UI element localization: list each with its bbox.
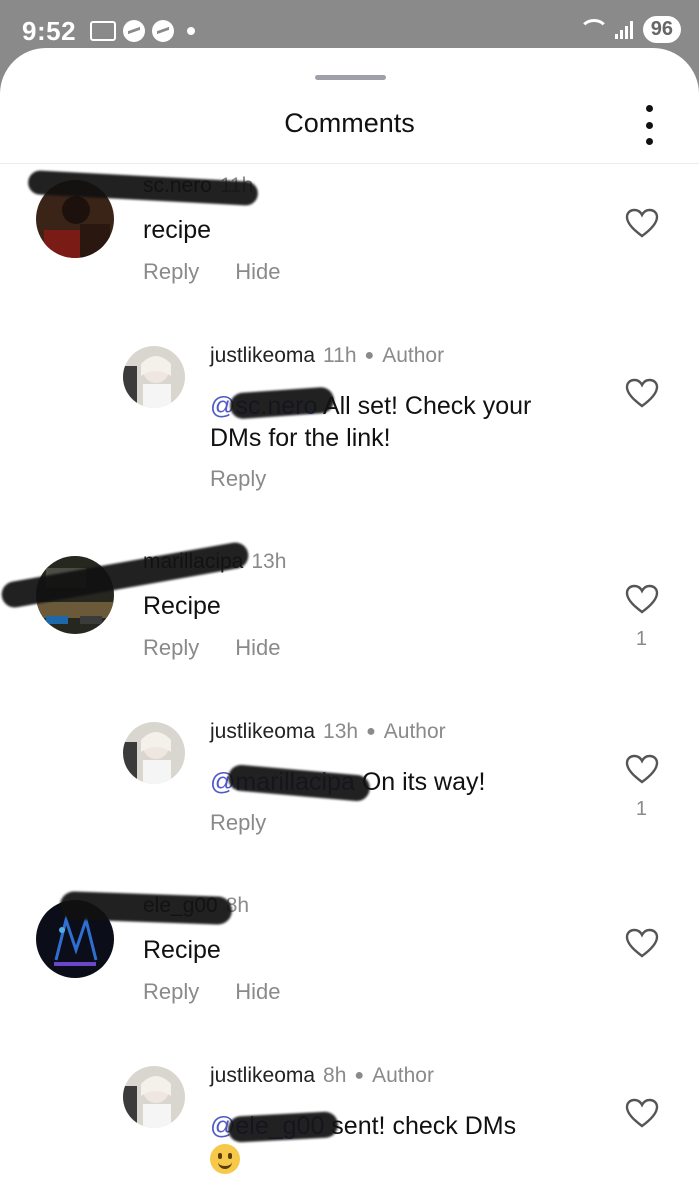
status-right: 96	[577, 16, 681, 43]
more-notifications-dot-icon	[187, 27, 196, 35]
reply-button[interactable]: Reply	[143, 979, 199, 1005]
messenger-notification-icon	[123, 20, 146, 42]
sheet-title: Comments	[284, 108, 415, 138]
username[interactable]: justlikeoma	[210, 1064, 315, 1088]
comment-time: 11h	[323, 344, 357, 367]
wifi-icon	[577, 18, 609, 41]
comment-text: recipe	[143, 216, 212, 244]
redaction-mark	[59, 891, 233, 925]
comment-actions: Reply	[210, 466, 266, 492]
comment-time: 13h	[251, 550, 287, 573]
like-heart-icon[interactable]	[625, 378, 659, 408]
reply-button[interactable]: Reply	[143, 259, 199, 285]
signal-icon	[614, 20, 633, 39]
comments-sheet: Comments sc.nero 11h recipe Reply Hide j…	[0, 48, 699, 1192]
author-badge: Author	[382, 344, 445, 367]
notification-icons	[90, 20, 196, 42]
hide-button[interactable]: Hide	[235, 635, 280, 661]
comment-meta: justlikeoma 11h ● Author	[210, 344, 444, 368]
like-count: 1	[635, 798, 647, 820]
like-heart-icon[interactable]	[625, 584, 659, 614]
comment-actions: Reply Hide	[143, 259, 281, 285]
like-heart-icon[interactable]	[625, 928, 659, 958]
avatar[interactable]	[123, 722, 185, 784]
camera-notification-icon	[90, 21, 117, 41]
avatar[interactable]	[123, 346, 185, 408]
separator-dot-icon: ●	[366, 723, 376, 740]
author-badge: Author	[383, 720, 446, 743]
comment-meta: justlikeoma 13h ● Author	[210, 720, 446, 744]
separator-dot-icon: ●	[364, 347, 375, 364]
comment-meta: justlikeoma 8h ● Author	[210, 1064, 434, 1088]
reply-button[interactable]: Reply	[210, 810, 266, 836]
messenger-notification-icon-2	[152, 20, 175, 42]
comment-text: Recipe	[143, 592, 221, 620]
like-heart-icon[interactable]	[625, 1098, 659, 1128]
comment-actions: Reply Hide	[143, 979, 281, 1005]
author-badge: Author	[372, 1064, 434, 1087]
separator-dot-icon: ●	[354, 1067, 365, 1084]
like-heart-icon[interactable]	[625, 754, 659, 784]
reply-button[interactable]: Reply	[210, 466, 266, 492]
comment-time: 13h	[323, 720, 359, 743]
like-heart-icon[interactable]	[625, 208, 659, 238]
status-time: 9:52	[22, 15, 77, 46]
username[interactable]: justlikeoma	[210, 720, 315, 744]
comment-text: Recipe	[143, 936, 221, 964]
reply-button[interactable]: Reply	[143, 635, 199, 661]
comment-actions: Reply Hide	[143, 635, 281, 661]
username[interactable]: justlikeoma	[210, 344, 315, 368]
drag-handle[interactable]	[315, 75, 386, 80]
like-count: 1	[635, 628, 647, 650]
battery-level: 96	[642, 16, 681, 43]
comment-time: 8h	[323, 1064, 347, 1087]
comment-actions: Reply	[210, 810, 266, 836]
avatar[interactable]	[123, 1066, 185, 1128]
hide-button[interactable]: Hide	[235, 979, 280, 1005]
smile-emoji-icon	[210, 1144, 240, 1175]
hide-button[interactable]: Hide	[235, 259, 280, 285]
sheet-header: Comments	[0, 88, 699, 164]
more-options-icon[interactable]	[637, 105, 661, 145]
